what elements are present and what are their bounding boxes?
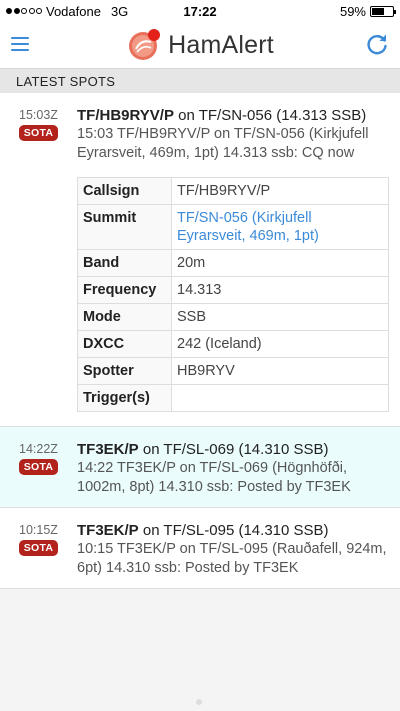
spot-row[interactable]: 14:22Z SOTA TF3EK/P on TF/SL-069 (14.310… — [0, 427, 400, 508]
app-title: HamAlert — [168, 30, 274, 59]
battery-percent: 59% — [339, 3, 366, 19]
detail-row-summit: Summit TF/SN-056 (Kirkjufell Eyrarsveit, … — [77, 204, 389, 250]
detail-value: 14.313 — [171, 276, 389, 304]
carrier-info: Vodafone 3G — [6, 4, 128, 19]
signal-strength-icon — [6, 8, 42, 14]
detail-row-frequency: Frequency 14.313 — [77, 276, 389, 304]
spot-title: TF3EK/P on TF/SL-069 (14.310 SSB) — [77, 440, 390, 459]
detail-value — [171, 384, 389, 412]
detail-row-mode: Mode SSB — [77, 303, 389, 331]
spots-list: 15:03Z SOTA TF/HB9RYV/P on TF/SN-056 (14… — [0, 93, 400, 589]
summit-link[interactable]: TF/SN-056 (Kirkjufell Eyrarsveit, 469m, … — [171, 204, 389, 250]
spot-time: 15:03Z — [19, 108, 58, 122]
sota-badge: SOTA — [18, 540, 59, 556]
spot-comment: 15:03 TF/HB9RYV/P on TF/SN-056 (Kirkjufe… — [77, 126, 369, 161]
spot-title: TF3EK/P on TF/SL-095 (14.310 SSB) — [77, 521, 390, 540]
hamalert-logo-icon — [129, 29, 161, 60]
app-logo: HamAlert — [126, 27, 274, 63]
spot-title: TF/HB9RYV/P on TF/SN-056 (14.313 SSB) — [77, 106, 390, 125]
detail-label: Frequency — [77, 276, 172, 304]
detail-value: 20m — [171, 249, 389, 277]
detail-label: DXCC — [77, 330, 172, 358]
spot-callsign: TF3EK/P — [77, 441, 139, 458]
spot-comment: 10:15 TF3EK/P on TF/SL-095 (Rauðafell, 9… — [77, 541, 387, 576]
spot-time: 10:15Z — [19, 523, 58, 537]
carrier-name: Vodafone — [46, 3, 101, 19]
spot-row[interactable]: 10:15Z SOTA TF3EK/P on TF/SL-095 (14.310… — [0, 508, 400, 589]
spot-summary: on TF/SN-056 (14.313 SSB) — [173, 107, 367, 124]
spot-row[interactable]: 15:03Z SOTA TF/HB9RYV/P on TF/SN-056 (14… — [0, 93, 400, 427]
detail-label: Band — [77, 249, 172, 277]
detail-row-callsign: Callsign TF/HB9RYV/P — [77, 177, 389, 205]
detail-label: Trigger(s) — [77, 384, 172, 412]
detail-label: Summit — [77, 204, 172, 250]
detail-row-triggers: Trigger(s) — [77, 384, 389, 412]
spot-callsign: TF3EK/P — [77, 522, 139, 539]
spot-time: 14:22Z — [19, 442, 58, 456]
refresh-icon[interactable] — [364, 31, 390, 57]
app-header: HamAlert — [0, 22, 400, 68]
spot-summary: on TF/SL-069 (14.310 SSB) — [138, 441, 329, 458]
battery-icon — [370, 5, 396, 17]
sota-badge: SOTA — [18, 125, 59, 141]
detail-value: SSB — [171, 303, 389, 331]
spot-summary: on TF/SL-095 (14.310 SSB) — [138, 522, 329, 539]
sota-badge: SOTA — [18, 459, 59, 475]
detail-value: HB9RYV — [171, 357, 389, 385]
detail-row-dxcc: DXCC 242 (Iceland) — [77, 330, 389, 358]
status-bar: Vodafone 3G 17:22 59% — [0, 0, 400, 22]
detail-value: 242 (Iceland) — [171, 330, 389, 358]
detail-row-band: Band 20m — [77, 249, 389, 277]
detail-label: Callsign — [77, 177, 172, 205]
detail-label: Spotter — [77, 357, 172, 385]
hamburger-menu-icon[interactable] — [11, 37, 29, 51]
detail-row-spotter: Spotter HB9RYV — [77, 357, 389, 385]
spot-details-table: Callsign TF/HB9RYV/P Summit TF/SN-056 (Kir… — [77, 177, 389, 412]
page-indicator — [196, 699, 202, 705]
spot-callsign: TF/HB9RYV/P — [77, 107, 174, 124]
detail-value: TF/HB9RYV/P — [171, 177, 389, 205]
spot-comment: 14:22 TF3EK/P on TF/SL-069 (Högnhöfði, 1… — [77, 460, 351, 495]
network-type: 3G — [110, 3, 129, 19]
detail-label: Mode — [77, 303, 172, 331]
section-header-latest-spots: LATEST SPOTS — [0, 68, 400, 93]
